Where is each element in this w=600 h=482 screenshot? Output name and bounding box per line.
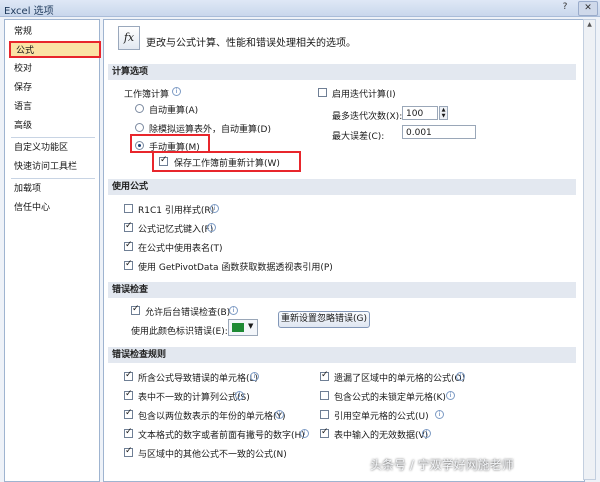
formula-autocomplete-label[interactable]: 公式记忆式键入(F) — [138, 222, 213, 235]
getpivotdata-label[interactable]: 使用 GetPivotData 函数获取数据透视表引用(P) — [138, 260, 333, 273]
checkbox-iterative-calc[interactable] — [318, 88, 327, 97]
info-icon: i — [172, 87, 181, 96]
radio-auto-calc-label[interactable]: 自动重算(A) — [149, 103, 198, 116]
help-button[interactable]: ? — [556, 1, 574, 14]
checkbox-background-error-check[interactable] — [131, 304, 140, 315]
sidebar-item-proofing[interactable]: 校对 — [11, 61, 95, 78]
options-sidebar: 常规 公式 校对 保存 语言 高级 自定义功能区 快速访问工具栏 加载项 信任中… — [4, 19, 101, 482]
rule-left-5-label[interactable]: 与区域中的其他公式不一致的公式(N) — [138, 447, 287, 460]
checkbox-rule-left-3[interactable] — [124, 408, 133, 419]
section-calc-options: 计算选项 — [108, 64, 576, 80]
rule-right-4-label[interactable]: 表中输入的无效数据(V) — [334, 428, 428, 441]
checkbox-table-names[interactable] — [124, 240, 133, 251]
sidebar-item-add-ins[interactable]: 加载项 — [11, 181, 95, 198]
close-button[interactable]: ✕ — [578, 1, 598, 16]
checkbox-rule-left-5[interactable] — [124, 446, 133, 457]
sidebar-item-trust-center[interactable]: 信任中心 — [11, 200, 95, 217]
checkbox-rule-right-2[interactable] — [320, 391, 329, 400]
info-icon: i — [456, 372, 465, 381]
rule-left-3-label[interactable]: 包含以两位数表示的年份的单元格(Y) — [138, 409, 286, 422]
rule-left-2-label[interactable]: 表中不一致的计算列公式(S) — [138, 390, 250, 403]
info-icon: i — [235, 391, 244, 400]
page-description: 更改与公式计算、性能和错误处理相关的选项。 — [146, 38, 356, 49]
sidebar-divider — [11, 178, 95, 179]
max-iterations-label: 最多迭代次数(X): — [332, 112, 403, 122]
rule-right-3-label[interactable]: 引用空单元格的公式(U) — [334, 409, 429, 422]
checkbox-getpivotdata[interactable] — [124, 259, 133, 270]
sidebar-item-save[interactable]: 保存 — [11, 80, 95, 97]
checkbox-rule-right-3[interactable] — [320, 410, 329, 419]
info-icon: i — [435, 410, 444, 419]
section-error-checking: 错误检查 — [108, 282, 576, 298]
section-working-with-formulas: 使用公式 — [108, 179, 576, 195]
title-bar: Excel 选项 ? ✕ — [0, 0, 600, 17]
radio-auto-calc[interactable] — [135, 104, 144, 113]
info-icon: i — [446, 391, 455, 400]
checkbox-rule-left-1[interactable] — [124, 370, 133, 381]
error-color-label: 使用此颜色标识错误(E): — [131, 327, 228, 337]
max-iterations-spinner[interactable]: ▲ ▼ — [439, 106, 448, 120]
background-error-check-label[interactable]: 允许后台错误检查(B) — [145, 305, 230, 318]
workbook-calc-label: 工作簿计算 — [124, 90, 170, 100]
info-icon: i — [275, 410, 284, 419]
window-title: Excel 选项 — [4, 6, 54, 17]
radio-auto-except-tables[interactable] — [135, 123, 144, 132]
section-error-checking-rules: 错误检查规则 — [108, 347, 576, 363]
sidebar-item-quick-access-toolbar[interactable]: 快速访问工具栏 — [11, 159, 95, 176]
r1c1-label[interactable]: R1C1 引用样式(R) — [138, 203, 214, 216]
checkbox-rule-right-1[interactable] — [320, 370, 329, 381]
sidebar-item-language[interactable]: 语言 — [11, 99, 95, 116]
sidebar-item-formulas[interactable]: 公式 — [9, 41, 101, 58]
checkbox-r1c1[interactable] — [124, 204, 133, 213]
chevron-down-icon: ▼ — [248, 322, 254, 330]
sidebar-item-advanced[interactable]: 高级 — [11, 118, 95, 135]
content-scrollbar[interactable]: ▲ — [583, 19, 596, 480]
sidebar-divider — [11, 137, 95, 138]
iterative-calc-label[interactable]: 启用迭代计算(I) — [332, 87, 396, 100]
info-icon: i — [250, 372, 259, 381]
fx-icon: fx — [118, 26, 140, 50]
max-change-label: 最大误差(C): — [332, 132, 385, 142]
info-icon: i — [300, 429, 309, 438]
checkbox-rule-left-4[interactable] — [124, 427, 133, 438]
info-icon: i — [422, 429, 431, 438]
max-iterations-input[interactable]: 100 — [402, 106, 438, 120]
error-color-picker[interactable]: ▼ — [228, 319, 258, 336]
info-icon: i — [210, 204, 219, 213]
sidebar-item-customize-ribbon[interactable]: 自定义功能区 — [11, 140, 95, 157]
checkbox-rule-left-2[interactable] — [124, 389, 133, 400]
table-names-label[interactable]: 在公式中使用表名(T) — [138, 241, 223, 254]
info-icon: i — [229, 306, 238, 315]
reset-ignored-errors-button[interactable]: 重新设置忽略错误(G) — [278, 311, 370, 328]
watermark: 头条号 / 宁双学好网施老师 — [370, 458, 514, 472]
rule-right-2-label[interactable]: 包含公式的未锁定单元格(K) — [334, 390, 446, 403]
sidebar-item-general[interactable]: 常规 — [11, 24, 95, 41]
checkbox-rule-right-4[interactable] — [320, 427, 329, 438]
info-icon: i — [207, 223, 216, 232]
rule-right-1-label[interactable]: 遗漏了区域中的单元格的公式(O) — [334, 371, 465, 384]
highlight-recalc-before-save — [152, 151, 301, 172]
checkbox-formula-autocomplete[interactable] — [124, 221, 133, 232]
paint-bucket-icon — [232, 323, 244, 332]
max-change-input[interactable]: 0.001 — [402, 125, 476, 139]
scroll-up-arrow-icon[interactable]: ▲ — [585, 21, 594, 32]
options-content: fx 更改与公式计算、性能和错误处理相关的选项。 计算选项 工作簿计算 i 自动… — [103, 19, 585, 482]
rule-left-4-label[interactable]: 文本格式的数字或者前面有撇号的数字(H) — [138, 428, 305, 441]
rule-left-1-label[interactable]: 所含公式导致错误的单元格(L) — [138, 371, 258, 384]
